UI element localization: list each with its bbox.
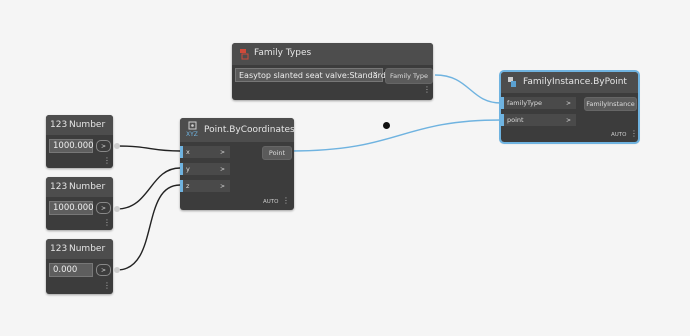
number-icon: 123 xyxy=(50,244,68,254)
input-port-x[interactable]: x > xyxy=(180,146,230,158)
output-label: Family Type xyxy=(390,72,428,80)
wire-familytype xyxy=(434,74,502,104)
node-menu-icon[interactable]: ⋮ xyxy=(282,197,290,205)
family-type-dropdown[interactable]: Easytop slanted seat valve:Standard ⌄ xyxy=(235,67,386,82)
number-1-output-connector[interactable] xyxy=(114,143,120,149)
node-header[interactable]: FamilyInstance.ByPoint xyxy=(501,72,638,93)
lacing-label[interactable]: AUTO xyxy=(263,199,278,205)
point-bycoordinates-node[interactable]: XYZ Point.ByCoordinates x > y > z > Poin… xyxy=(180,118,295,210)
chevron-down-icon: ⌄ xyxy=(371,67,379,77)
port-arrow-icon: > xyxy=(565,99,571,107)
canvas-marker-dot xyxy=(383,122,390,129)
xyz-icon: XYZ xyxy=(186,121,199,139)
number-input[interactable]: 1000.000 xyxy=(49,139,94,153)
port-arrow-icon: > xyxy=(565,116,571,124)
node-header[interactable]: XYZ Point.ByCoordinates xyxy=(180,118,295,142)
number-output-port[interactable]: > xyxy=(96,140,111,152)
family-instance-bypoint-node[interactable]: FamilyInstance.ByPoint familyType > poin… xyxy=(499,70,640,144)
family-instance-icon xyxy=(507,76,517,88)
number-icon: 123 xyxy=(50,120,68,130)
node-header[interactable]: 123 Number xyxy=(46,115,113,135)
lacing-label[interactable]: AUTO xyxy=(611,132,626,138)
point-output-port[interactable]: Point xyxy=(262,146,292,160)
number-output-port[interactable]: > xyxy=(96,264,111,276)
node-header[interactable]: Family Types xyxy=(232,43,433,65)
node-title: FamilyInstance.ByPoint xyxy=(523,77,627,87)
input-port-point[interactable]: point > xyxy=(501,114,576,126)
dropdown-value: Easytop slanted seat valve:Standard xyxy=(239,70,386,80)
node-header[interactable]: 123 Number xyxy=(46,177,113,197)
wire-number3-to-z xyxy=(116,184,181,271)
port-arrow-icon: > xyxy=(219,148,225,156)
node-title: Number xyxy=(69,120,106,130)
family-type-output-port[interactable]: Family Type xyxy=(385,68,433,84)
family-types-icon xyxy=(239,48,249,60)
node-title: Number xyxy=(69,244,106,254)
port-arrow-icon: > xyxy=(219,165,225,173)
input-port-familytype[interactable]: familyType > xyxy=(501,97,576,109)
node-menu-icon[interactable]: ⋮ xyxy=(103,157,111,165)
family-types-node[interactable]: Family Types Easytop slanted seat valve:… xyxy=(232,43,433,100)
node-header[interactable]: 123 Number xyxy=(46,239,113,259)
number-3-output-connector[interactable] xyxy=(114,267,120,273)
number-node-1[interactable]: 123 Number 1000.000 > ⋮ xyxy=(46,115,113,168)
node-title: Family Types xyxy=(254,48,312,58)
wire-point xyxy=(290,119,502,152)
wire-number1-to-x xyxy=(116,145,181,152)
node-menu-icon[interactable]: ⋮ xyxy=(630,130,638,138)
node-menu-icon[interactable]: ⋮ xyxy=(103,219,111,227)
number-icon: 123 xyxy=(50,182,68,192)
number-2-output-connector[interactable] xyxy=(114,206,120,212)
wire-number2-to-y xyxy=(116,167,181,210)
graph-canvas[interactable]: Family Types Easytop slanted seat valve:… xyxy=(0,0,690,336)
number-node-2[interactable]: 123 Number 1000.000 > ⋮ xyxy=(46,177,113,230)
number-input[interactable]: 0.000 xyxy=(49,263,93,277)
family-instance-output-port[interactable]: FamilyInstance xyxy=(584,97,637,111)
port-arrow-icon: > xyxy=(219,182,225,190)
input-port-y[interactable]: y > xyxy=(180,163,230,175)
number-node-3[interactable]: 123 Number 0.000 > ⋮ xyxy=(46,239,113,294)
node-menu-icon[interactable]: ⋮ xyxy=(423,86,431,94)
number-input[interactable]: 1000.000 xyxy=(49,201,94,215)
node-title: Number xyxy=(69,182,106,192)
node-title: Point.ByCoordinates xyxy=(204,125,295,135)
number-output-port[interactable]: > xyxy=(96,202,111,214)
input-port-z[interactable]: z > xyxy=(180,180,230,192)
node-menu-icon[interactable]: ⋮ xyxy=(103,282,111,290)
